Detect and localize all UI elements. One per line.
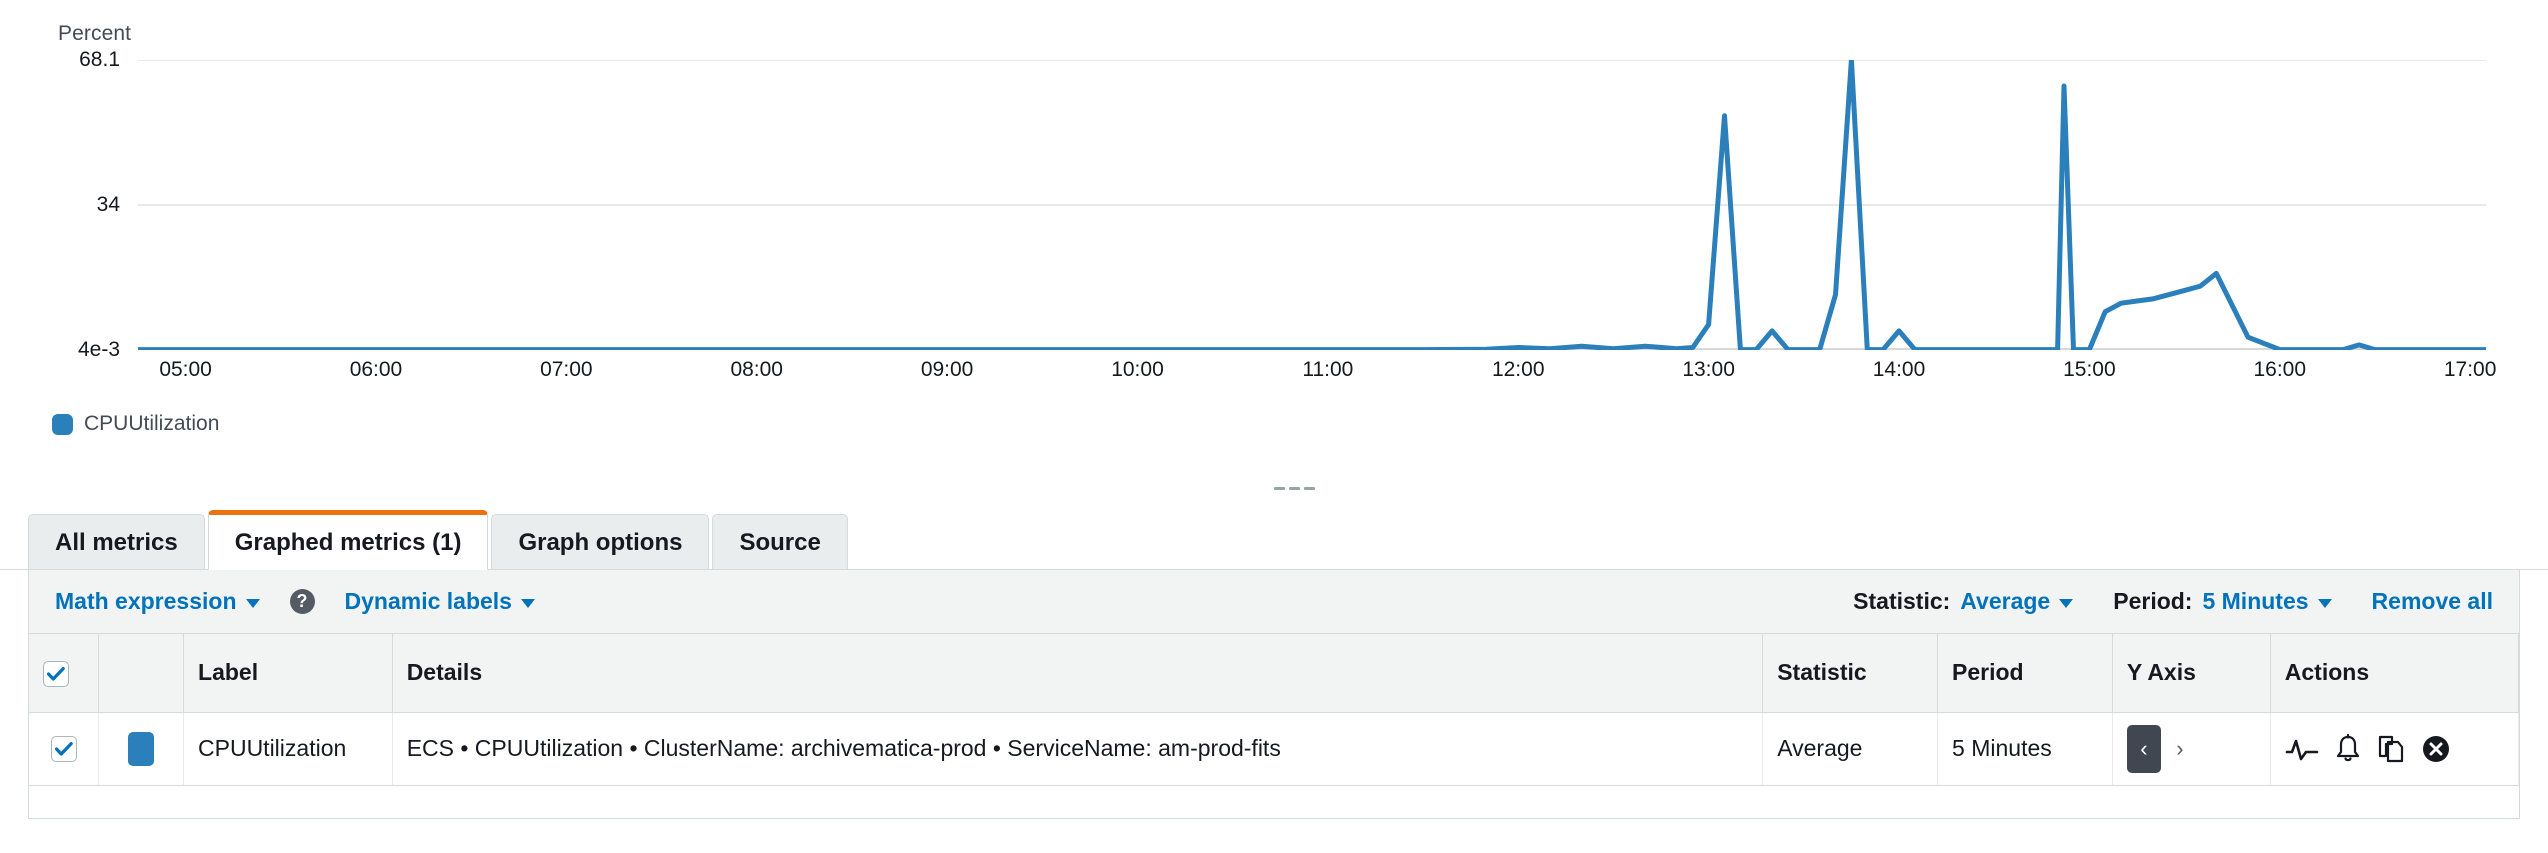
x-tick-label: 17:00 (2443, 358, 2497, 381)
table-footer (29, 785, 2519, 818)
y-tick-label: 4e-3 (77, 338, 120, 361)
select-all-checkbox[interactable] (43, 660, 69, 687)
metric-math-icon[interactable] (2285, 736, 2319, 762)
y-axis-right-button[interactable]: › (2163, 725, 2197, 773)
dynamic-labels-dropdown[interactable]: Dynamic labels (345, 588, 535, 615)
x-tick-label: 15:00 (2063, 358, 2116, 381)
grip-dash (1304, 487, 1315, 490)
row-label[interactable]: CPUUtilization (183, 712, 393, 786)
dynamic-labels-label: Dynamic labels (344, 588, 512, 614)
help-glyph: ? (296, 591, 308, 611)
check-icon (54, 742, 73, 757)
tab-label: Graphed metrics (1) (234, 528, 462, 556)
line-chart-svg (135, 57, 2489, 358)
x-tick-label: 06:00 (349, 358, 403, 381)
statistic-value-label: Average (1960, 588, 2051, 614)
grip-dash (1274, 487, 1285, 490)
row-period[interactable]: 5 Minutes (1937, 712, 2113, 786)
row-actions (2270, 712, 2520, 786)
table-row[interactable]: CPUUtilization ECS • CPUUtilization • Cl… (29, 712, 2520, 786)
metrics-tabs-region: All metrics Graphed metrics (1) Graph op… (0, 508, 2548, 819)
graphed-metrics-toolbar: Math expression ? Dynamic labels Statist… (29, 570, 2519, 634)
header-color (98, 634, 185, 713)
tab-graph-options[interactable]: Graph options (491, 514, 710, 570)
header-details[interactable]: Details (392, 634, 1764, 713)
x-tick-label: 14:00 (1872, 358, 1926, 381)
tab-label: Source (739, 528, 821, 556)
header-statistic[interactable]: Statistic (1762, 634, 1939, 713)
graphed-metrics-table: Label Details Statistic Period Y Axis Ac… (29, 634, 2520, 786)
row-checkbox[interactable] (50, 736, 77, 763)
tab-source[interactable]: Source (712, 514, 848, 570)
chevron-down-icon (520, 599, 535, 608)
x-tick-label: 10:00 (1111, 358, 1164, 381)
chevron-down-icon (2317, 599, 2332, 608)
table-header-row: Label Details Statistic Period Y Axis Ac… (29, 634, 2520, 713)
help-icon[interactable]: ? (289, 589, 315, 614)
statistic-value[interactable]: Average (1960, 588, 2074, 615)
header-actions: Actions (2270, 634, 2520, 713)
math-expression-label: Math expression (55, 588, 237, 614)
duplicate-icon[interactable] (2377, 734, 2405, 764)
x-tick-label: 11:00 (1302, 358, 1354, 381)
period-selector[interactable]: Period: 5 Minutes (2113, 588, 2332, 615)
tab-strip: All metrics Graphed metrics (1) Graph op… (0, 508, 2548, 570)
remove-icon[interactable] (2421, 734, 2451, 764)
tab-panel: Math expression ? Dynamic labels Statist… (0, 569, 2548, 819)
plot-area[interactable] (135, 57, 2489, 358)
tab-label: All metrics (55, 528, 178, 556)
metric-graph-panel: Percent 68.1 34 4e-3 05:00 06:00 07:00 08:0… (0, 0, 2548, 490)
series-color-swatch[interactable] (128, 731, 155, 766)
statistic-selector[interactable]: Statistic: Average (1853, 588, 2074, 615)
row-y-axis[interactable]: ‹ › (2112, 712, 2271, 786)
row-details: ECS • CPUUtilization • ClusterName: arch… (392, 712, 1764, 786)
tab-label: Graph options (518, 528, 683, 556)
row-select-cell[interactable] (29, 712, 100, 786)
y-axis-title: Percent (58, 22, 132, 45)
chevron-down-icon (2059, 599, 2074, 608)
x-tick-label: 13:00 (1682, 358, 1735, 381)
y-tick-label: 68.1 (79, 48, 120, 71)
x-axis-tick-labels: 05:00 06:00 07:00 08:00 09:00 10:00 11:00 12:00… (138, 358, 2496, 398)
alarm-bell-icon[interactable] (2335, 733, 2361, 764)
x-tick-label: 16:00 (2253, 358, 2307, 381)
row-statistic[interactable]: Average (1762, 712, 1939, 786)
header-y-axis[interactable]: Y Axis (2112, 634, 2271, 713)
y-axis-tick-labels: 68.1 34 4e-3 (0, 48, 130, 361)
tab-panel-inner: Math expression ? Dynamic labels Statist… (28, 570, 2520, 819)
x-tick-label: 07:00 (540, 358, 593, 381)
y-tick-label: 34 (96, 193, 120, 216)
x-tick-label: 12:00 (1491, 358, 1545, 381)
x-tick-label: 09:00 (920, 358, 974, 381)
chart-legend[interactable]: CPUUtilization (52, 412, 219, 436)
y-axis-left-button[interactable]: ‹ (2126, 724, 2161, 773)
x-tick-label: 08:00 (730, 358, 783, 381)
check-icon (47, 666, 65, 681)
grip-dash (1289, 487, 1300, 490)
header-select-all[interactable] (29, 634, 100, 713)
period-value[interactable]: 5 Minutes (2202, 588, 2332, 615)
statistic-caption: Statistic: (1853, 588, 1951, 614)
legend-color-swatch (52, 413, 73, 435)
header-period[interactable]: Period (1937, 634, 2113, 713)
math-expression-dropdown[interactable]: Math expression (55, 588, 260, 615)
chevron-down-icon (245, 599, 260, 608)
period-value-label: 5 Minutes (2202, 588, 2309, 614)
panel-resize-grip[interactable] (1274, 487, 1315, 490)
row-color-cell[interactable] (98, 712, 185, 786)
legend-item-label: CPUUtilization (84, 412, 220, 435)
period-caption: Period: (2113, 588, 2193, 614)
x-tick-label: 05:00 (159, 358, 212, 381)
header-label[interactable]: Label (183, 634, 393, 713)
tab-graphed-metrics[interactable]: Graphed metrics (1) (207, 510, 489, 570)
remove-all-button[interactable]: Remove all (2372, 588, 2493, 615)
remove-all-label: Remove all (2371, 588, 2493, 614)
tab-all-metrics[interactable]: All metrics (28, 514, 205, 570)
